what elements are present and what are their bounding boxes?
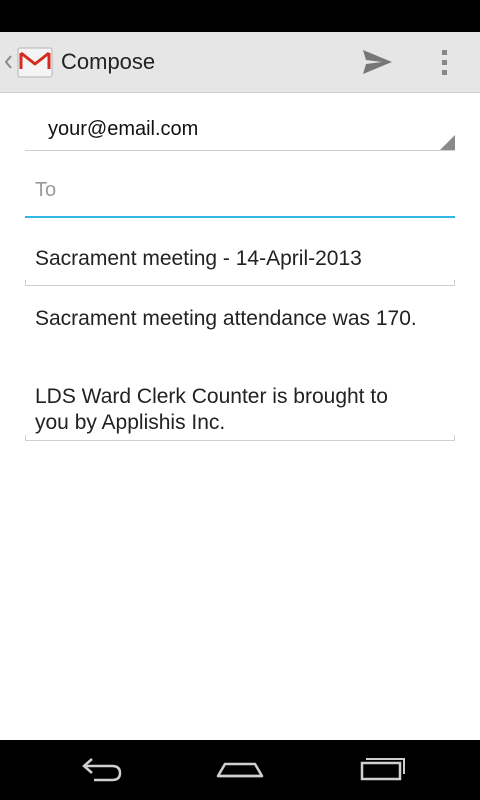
recent-apps-button[interactable] — [340, 746, 420, 794]
send-button[interactable] — [352, 40, 400, 84]
up-caret-icon — [4, 55, 12, 69]
subject-field[interactable]: Sacrament meeting - 14-April-2013 — [25, 236, 455, 286]
home-icon — [216, 762, 264, 778]
to-input[interactable] — [35, 176, 445, 204]
subject-value: Sacrament meeting - 14-April-2013 — [35, 247, 362, 270]
status-bar — [0, 0, 480, 32]
from-account-value: your@email.com — [48, 118, 199, 140]
field-corner — [25, 435, 26, 441]
back-icon — [82, 758, 122, 782]
navigation-bar — [0, 740, 480, 800]
dropdown-triangle-icon — [440, 135, 455, 150]
from-account-spinner[interactable]: your@email.com — [25, 104, 455, 151]
action-bar: Compose — [0, 32, 480, 93]
back-button[interactable] — [60, 746, 140, 794]
body-line: you by Applishis Inc. — [35, 411, 226, 434]
to-field[interactable] — [25, 168, 455, 218]
overflow-menu-button[interactable] — [426, 40, 462, 84]
field-corner — [25, 280, 26, 286]
body-line: LDS Ward Clerk Counter is brought to — [35, 385, 388, 408]
body-line: Sacrament meeting attendance was 170. — [35, 307, 417, 330]
field-corner — [454, 280, 455, 286]
gmail-icon — [17, 47, 53, 78]
field-corner — [454, 435, 455, 441]
up-navigation-button[interactable]: Compose — [0, 32, 158, 92]
home-button[interactable] — [200, 746, 280, 794]
recent-apps-icon — [360, 758, 405, 781]
page-title: Compose — [61, 49, 156, 74]
send-icon — [363, 50, 392, 74]
message-body-field[interactable]: Sacrament meeting attendance was 170. LD… — [25, 300, 455, 441]
overflow-menu-icon — [442, 50, 447, 75]
